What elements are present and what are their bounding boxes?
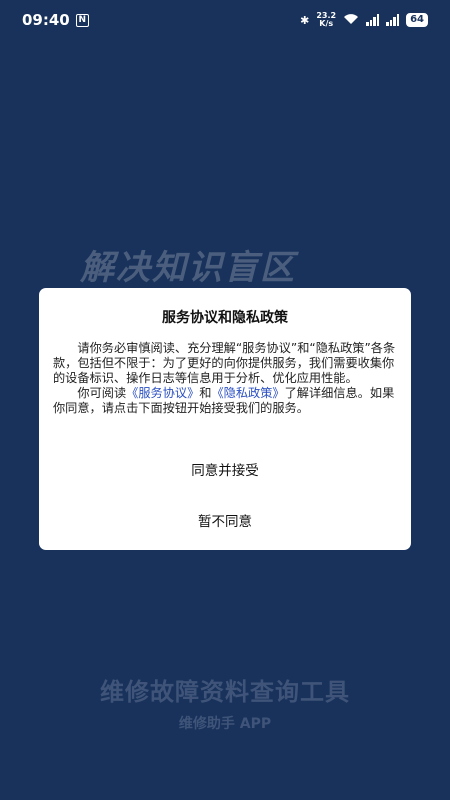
dialog-paragraph-2: 你可阅读《服务协议》和《隐私政策》了解详细信息。如果你同意，请点击下面按钮开始接… — [53, 386, 397, 416]
wifi-icon — [343, 13, 359, 28]
para2-prefix: 你可阅读 — [77, 386, 127, 400]
dialog-body: 请你务必审慎阅读、充分理解“服务协议”和“隐私政策”各条款，包括但不限于：为了更… — [53, 341, 397, 416]
network-speed: 23.2 K/s — [316, 12, 336, 28]
dialog-paragraph-1: 请你务必审慎阅读、充分理解“服务协议”和“隐私政策”各条款，包括但不限于：为了更… — [53, 341, 396, 385]
app-title: 维修故障资料查询工具 — [100, 678, 350, 706]
network-speed-unit: K/s — [319, 19, 334, 28]
bluetooth-icon: ✱ — [300, 13, 310, 27]
slogan: 解决知识盲区 — [80, 248, 296, 288]
battery-icon: 64 — [406, 13, 428, 27]
status-bar: 09:40 N ✱ 23.2 K/s 64 — [0, 0, 450, 40]
clock: 09:40 — [22, 11, 70, 29]
decline-button[interactable]: 暂不同意 — [39, 510, 411, 530]
app-subtitle: 维修助手 APP — [178, 716, 272, 732]
agreement-dialog: 服务协议和隐私政策 请你务必审慎阅读、充分理解“服务协议”和“隐私政策”各条款，… — [39, 288, 411, 550]
signal-icon — [366, 14, 380, 26]
signal-icon-2 — [386, 14, 400, 26]
privacy-policy-link[interactable]: 《隐私政策》 — [211, 386, 284, 400]
para2-and: 和 — [199, 386, 212, 400]
nfc-icon: N — [75, 13, 89, 27]
service-agreement-link[interactable]: 《服务协议》 — [126, 386, 199, 400]
dialog-title: 服务协议和隐私政策 — [162, 310, 288, 326]
accept-button[interactable]: 同意并接受 — [39, 459, 411, 479]
